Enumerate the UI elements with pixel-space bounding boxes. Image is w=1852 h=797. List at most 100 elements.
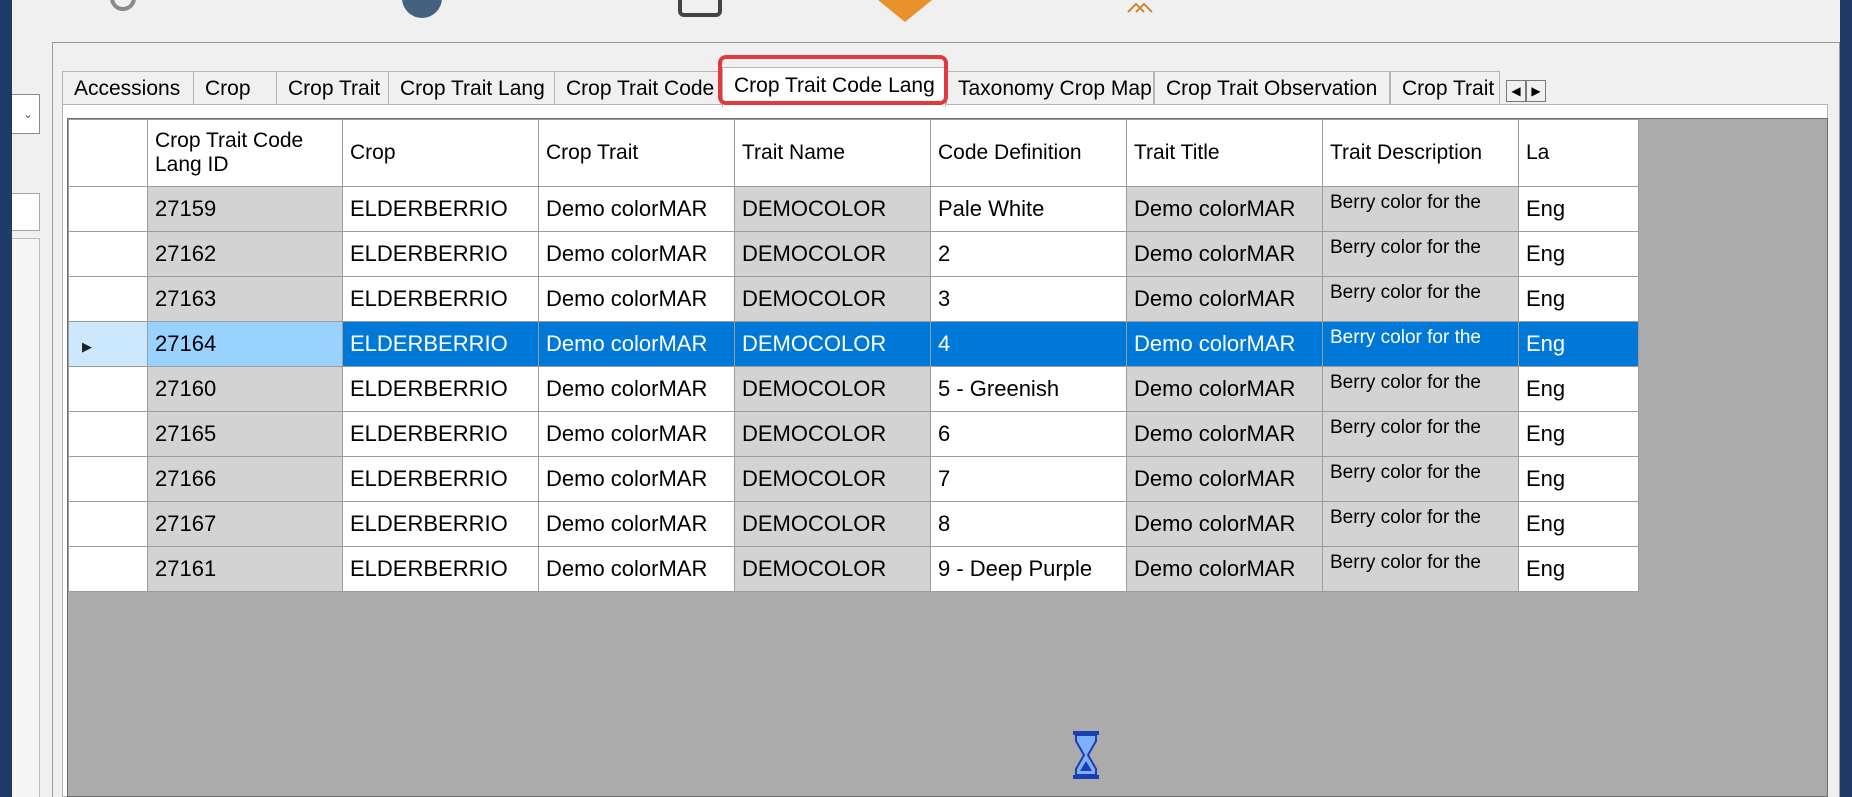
cell-trait-title[interactable]: Demo colorMAR	[1126, 321, 1323, 367]
cell-language[interactable]: Eng	[1518, 186, 1639, 232]
cell-crop-trait[interactable]: Demo colorMAR	[538, 276, 735, 322]
tab-taxonomy-crop-map[interactable]: Taxonomy Crop Map	[946, 71, 1154, 105]
cell-id[interactable]: 27161	[147, 546, 343, 592]
table-row[interactable]: 27162 ELDERBERRIO Demo colorMAR DEMOCOLOR 2 D…	[68, 231, 1639, 277]
left-input[interactable]	[12, 193, 40, 231]
cell-trait-name[interactable]: DEMOCOLOR	[734, 546, 931, 592]
table-row[interactable]: 27161 ELDERBERRIO Demo colorMAR DEMOCOLOR 9 …	[68, 546, 1639, 592]
cell-trait-description[interactable]: Berry color for the	[1322, 456, 1519, 502]
cell-crop-trait[interactable]: Demo colorMAR	[538, 321, 735, 367]
left-list[interactable]	[12, 238, 40, 797]
row-header[interactable]	[68, 231, 148, 277]
cell-code-definition[interactable]: 6	[930, 411, 1127, 457]
table-row[interactable]: 27165 ELDERBERRIO Demo colorMAR DEMOCOLOR 6 D…	[68, 411, 1639, 457]
table-row[interactable]: 27166 ELDERBERRIO Demo colorMAR DEMOCOLOR 7 D…	[68, 456, 1639, 502]
row-header[interactable]	[68, 186, 148, 232]
cell-trait-description[interactable]: Berry color for the	[1322, 186, 1519, 232]
cell-language[interactable]: Eng	[1518, 456, 1639, 502]
cell-language[interactable]: Eng	[1518, 321, 1639, 367]
cell-crop-trait[interactable]: Demo colorMAR	[538, 186, 735, 232]
cell-trait-title[interactable]: Demo colorMAR	[1126, 366, 1323, 412]
cell-code-definition[interactable]: 9 - Deep Purple	[930, 546, 1127, 592]
cell-language[interactable]: Eng	[1518, 366, 1639, 412]
column-header[interactable]: Trait Name	[734, 119, 931, 187]
cell-code-definition[interactable]: Pale White	[930, 186, 1127, 232]
cell-crop[interactable]: ELDERBERRIO	[342, 501, 539, 547]
cell-id[interactable]: 27164	[147, 321, 343, 367]
tab-crop-trait-code[interactable]: Crop Trait Code	[554, 71, 721, 105]
cell-trait-name[interactable]: DEMOCOLOR	[734, 456, 931, 502]
table-row[interactable]: 27160 ELDERBERRIO Demo colorMAR DEMOCOLOR 5 …	[68, 366, 1639, 412]
column-header[interactable]: La	[1518, 119, 1639, 187]
cell-trait-description[interactable]: Berry color for the	[1322, 231, 1519, 277]
cell-crop[interactable]: ELDERBERRIO	[342, 366, 539, 412]
column-header[interactable]: Trait Title	[1126, 119, 1323, 187]
cell-trait-description[interactable]: Berry color for the	[1322, 546, 1519, 592]
cell-id[interactable]: 27162	[147, 231, 343, 277]
cell-code-definition[interactable]: 7	[930, 456, 1127, 502]
cell-trait-name[interactable]: DEMOCOLOR	[734, 411, 931, 457]
cell-trait-name[interactable]: DEMOCOLOR	[734, 366, 931, 412]
cell-trait-name[interactable]: DEMOCOLOR	[734, 501, 931, 547]
cell-trait-name[interactable]: DEMOCOLOR	[734, 186, 931, 232]
cell-crop-trait[interactable]: Demo colorMAR	[538, 411, 735, 457]
toolbar-icon-2[interactable]	[400, 0, 444, 20]
cell-trait-description[interactable]: Berry color for the	[1322, 321, 1519, 367]
cell-trait-description[interactable]: Berry color for the	[1322, 366, 1519, 412]
column-header[interactable]: Crop Trait	[538, 119, 735, 187]
toolbar-icon-3[interactable]	[678, 0, 722, 20]
row-header[interactable]	[68, 456, 148, 502]
column-header[interactable]: Code Definition	[930, 119, 1127, 187]
cell-trait-name[interactable]: DEMOCOLOR	[734, 276, 931, 322]
cell-trait-title[interactable]: Demo colorMAR	[1126, 231, 1323, 277]
cell-trait-title[interactable]: Demo colorMAR	[1126, 456, 1323, 502]
cell-crop[interactable]: ELDERBERRIO	[342, 276, 539, 322]
cell-language[interactable]: Eng	[1518, 546, 1639, 592]
cell-crop[interactable]: ELDERBERRIO	[342, 231, 539, 277]
scroll-right-icon[interactable]: ▶	[1526, 80, 1546, 102]
cell-trait-title[interactable]: Demo colorMAR	[1126, 546, 1323, 592]
cell-crop-trait[interactable]: Demo colorMAR	[538, 456, 735, 502]
cell-trait-name[interactable]: DEMOCOLOR	[734, 321, 931, 367]
tab-crop-trait[interactable]: Crop Trait	[276, 71, 389, 105]
cell-crop-trait[interactable]: Demo colorMAR	[538, 366, 735, 412]
tab-crop[interactable]: Crop	[193, 71, 277, 105]
toolbar-icon-5[interactable]	[1122, 0, 1156, 22]
toolbar-icon-4[interactable]	[878, 0, 932, 22]
cell-crop-trait[interactable]: Demo colorMAR	[538, 231, 735, 277]
cell-crop-trait[interactable]: Demo colorMAR	[538, 501, 735, 547]
tab-accessions[interactable]: Accessions	[62, 71, 194, 105]
column-header[interactable]: Crop	[342, 119, 539, 187]
cell-trait-title[interactable]: Demo colorMAR	[1126, 411, 1323, 457]
column-header[interactable]: Trait Description	[1322, 119, 1519, 187]
cell-crop[interactable]: ELDERBERRIO	[342, 411, 539, 457]
cell-trait-description[interactable]: Berry color for the	[1322, 501, 1519, 547]
tab-crop-trait-more[interactable]: Crop Trait	[1390, 71, 1500, 105]
table-row[interactable]: ▶ 27164 ELDERBERRIO Demo colorMAR DEMOCOLOR 4…	[68, 321, 1639, 367]
cell-code-definition[interactable]: 3	[930, 276, 1127, 322]
cell-code-definition[interactable]: 2	[930, 231, 1127, 277]
scroll-left-icon[interactable]: ◀	[1506, 80, 1526, 102]
cell-id[interactable]: 27159	[147, 186, 343, 232]
cell-id[interactable]: 27165	[147, 411, 343, 457]
table-row[interactable]: 27159 ELDERBERRIO Demo colorMAR DEMOCOLOR Pa…	[68, 186, 1639, 232]
row-header-corner[interactable]	[68, 119, 148, 187]
column-header[interactable]: Crop Trait Code Lang ID	[147, 119, 343, 187]
cell-code-definition[interactable]: 4	[930, 321, 1127, 367]
cell-trait-title[interactable]: Demo colorMAR	[1126, 501, 1323, 547]
row-header[interactable]	[68, 366, 148, 412]
tab-crop-trait-lang[interactable]: Crop Trait Lang	[388, 71, 555, 105]
data-grid[interactable]: Crop Trait Code Lang ID Crop Crop Trait …	[67, 118, 1828, 797]
cell-trait-title[interactable]: Demo colorMAR	[1126, 186, 1323, 232]
cell-id[interactable]: 27167	[147, 501, 343, 547]
cell-trait-title[interactable]: Demo colorMAR	[1126, 276, 1323, 322]
row-header[interactable]	[68, 276, 148, 322]
table-row[interactable]: 27167 ELDERBERRIO Demo colorMAR DEMOCOLOR 8 D…	[68, 501, 1639, 547]
table-row[interactable]: 27163 ELDERBERRIO Demo colorMAR DEMOCOLOR 3 D…	[68, 276, 1639, 322]
row-header[interactable]	[68, 501, 148, 547]
cell-code-definition[interactable]: 8	[930, 501, 1127, 547]
cell-crop-trait[interactable]: Demo colorMAR	[538, 546, 735, 592]
cell-trait-name[interactable]: DEMOCOLOR	[734, 231, 931, 277]
toolbar-icon-1[interactable]	[108, 0, 138, 16]
cell-id[interactable]: 27166	[147, 456, 343, 502]
